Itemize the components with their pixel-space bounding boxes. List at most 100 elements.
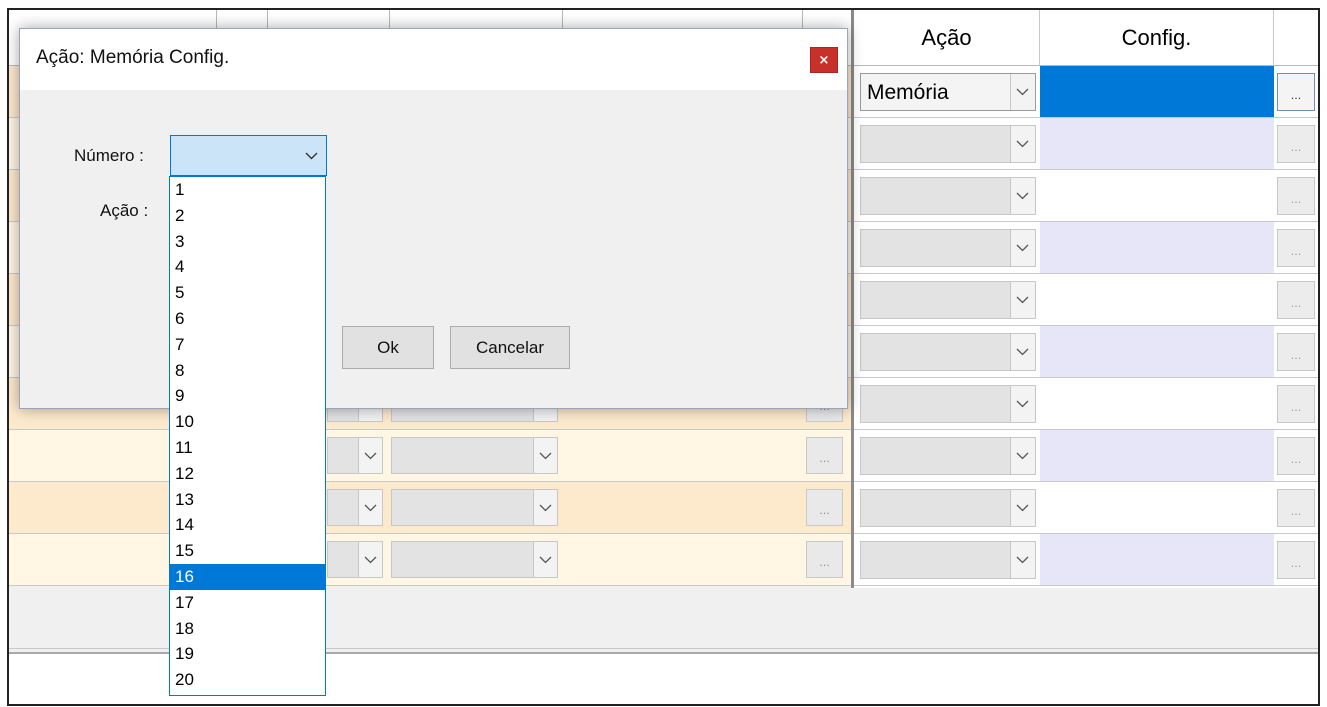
ellipsis-button[interactable]: ... [1277,73,1315,111]
acao-dropdown[interactable] [860,385,1036,423]
table-row[interactable]: ... [854,274,1318,326]
config-cell[interactable] [1040,430,1274,481]
cancel-button[interactable]: Cancelar [450,326,570,369]
ellipsis-button[interactable]: ... [1277,177,1315,215]
row-combo[interactable] [391,541,558,578]
table-row: ... [9,482,851,534]
ellipsis-button[interactable]: ... [1277,333,1315,371]
acao-value: Memória [867,81,949,104]
numero-option[interactable]: 15 [170,538,325,564]
memoria-config-dialog: Ação: Memória Config. × Número : Ação : … [19,28,848,409]
ok-button[interactable]: Ok [342,326,434,369]
numero-option[interactable]: 14 [170,512,325,538]
ellipsis-button[interactable]: ... [1277,229,1315,267]
column-header-config[interactable]: Config. [1040,10,1274,66]
table-row[interactable]: ... [854,326,1318,378]
chevron-down-icon[interactable] [1010,386,1035,422]
chevron-down-icon[interactable] [1010,178,1035,214]
chevron-down-icon[interactable] [533,542,557,577]
config-cell[interactable] [1040,222,1274,273]
numero-dropdown[interactable] [170,135,327,176]
ellipsis-button[interactable]: ... [1277,489,1315,527]
chevron-down-icon[interactable] [358,542,382,577]
chevron-down-icon[interactable] [1010,282,1035,318]
column-header-acao[interactable]: Ação [854,10,1040,66]
row-combo-small[interactable] [327,437,383,474]
config-cell[interactable] [1040,482,1274,533]
acao-dropdown[interactable] [860,541,1036,579]
numero-option[interactable]: 13 [170,487,325,513]
numero-option[interactable]: 6 [170,306,325,332]
config-cell[interactable] [1040,534,1274,585]
numero-option[interactable]: 3 [170,229,325,255]
chevron-down-icon[interactable] [358,490,382,525]
ellipsis-button[interactable]: ... [1277,281,1315,319]
right-grid: Ação Config. Memória....................… [851,10,1318,588]
chevron-down-icon[interactable] [533,438,557,473]
right-grid-header: Ação Config. [854,10,1318,66]
table-row[interactable]: ... [854,118,1318,170]
acao-dropdown[interactable] [860,333,1036,371]
chevron-down-icon[interactable] [1010,438,1035,474]
acao-dropdown[interactable] [860,489,1036,527]
config-cell[interactable] [1040,326,1274,377]
acao-dropdown[interactable] [860,125,1036,163]
numero-option[interactable]: 17 [170,590,325,616]
row-combo[interactable] [391,437,558,474]
chevron-down-icon[interactable] [533,490,557,525]
numero-dropdown-list[interactable]: 1 2 3 4 5 6 7 8 9 10 11 12 13 14 15 16 17 18 19 20 [169,176,326,696]
config-cell[interactable] [1040,378,1274,429]
table-row[interactable]: ... [854,482,1318,534]
numero-option[interactable]: 12 [170,461,325,487]
chevron-down-icon[interactable] [1010,490,1035,526]
chevron-down-icon[interactable] [1010,334,1035,370]
table-row[interactable]: ... [854,430,1318,482]
numero-option[interactable]: 18 [170,616,325,642]
chevron-down-icon[interactable] [1010,542,1035,578]
ellipsis-button[interactable]: ... [1277,385,1315,423]
numero-option[interactable]: 9 [170,383,325,409]
acao-dropdown[interactable] [860,229,1036,267]
config-cell[interactable] [1040,274,1274,325]
acao-dropdown[interactable] [860,177,1036,215]
dialog-title: Ação: Memória Config. [36,47,230,68]
numero-option[interactable]: 1 [170,177,325,203]
numero-option[interactable]: 2 [170,203,325,229]
table-row[interactable]: Memória... [854,66,1318,118]
ellipsis-button[interactable]: ... [806,437,843,474]
numero-option[interactable]: 10 [170,409,325,435]
numero-option[interactable]: 16 [170,564,325,590]
ellipsis-button[interactable]: ... [1277,437,1315,475]
table-row[interactable]: ... [854,378,1318,430]
row-combo-small[interactable] [327,489,383,526]
numero-option[interactable]: 5 [170,280,325,306]
row-combo[interactable] [391,489,558,526]
row-combo-small[interactable] [327,541,383,578]
ellipsis-button[interactable]: ... [806,489,843,526]
config-cell[interactable] [1040,66,1274,117]
table-row[interactable]: ... [854,222,1318,274]
ellipsis-button[interactable]: ... [1277,125,1315,163]
numero-option[interactable]: 4 [170,254,325,280]
numero-option[interactable]: 11 [170,435,325,461]
dialog-titlebar[interactable]: Ação: Memória Config. × [20,29,847,90]
table-row[interactable]: ... [854,534,1318,586]
chevron-down-icon[interactable] [1010,230,1035,266]
acao-dropdown[interactable]: Memória [860,73,1036,111]
ellipsis-button[interactable]: ... [1277,541,1315,579]
chevron-down-icon[interactable] [1010,126,1035,162]
acao-label: Ação : [100,201,149,220]
numero-option[interactable]: 7 [170,332,325,358]
table-row[interactable]: ... [854,170,1318,222]
config-cell[interactable] [1040,170,1274,221]
numero-option[interactable]: 20 [170,667,325,693]
numero-option[interactable]: 8 [170,358,325,384]
chevron-down-icon[interactable] [358,438,382,473]
numero-option[interactable]: 19 [170,641,325,667]
acao-dropdown[interactable] [860,437,1036,475]
config-cell[interactable] [1040,118,1274,169]
acao-dropdown[interactable] [860,281,1036,319]
chevron-down-icon[interactable] [1010,74,1035,110]
close-button[interactable]: × [810,47,838,73]
ellipsis-button[interactable]: ... [806,541,843,578]
